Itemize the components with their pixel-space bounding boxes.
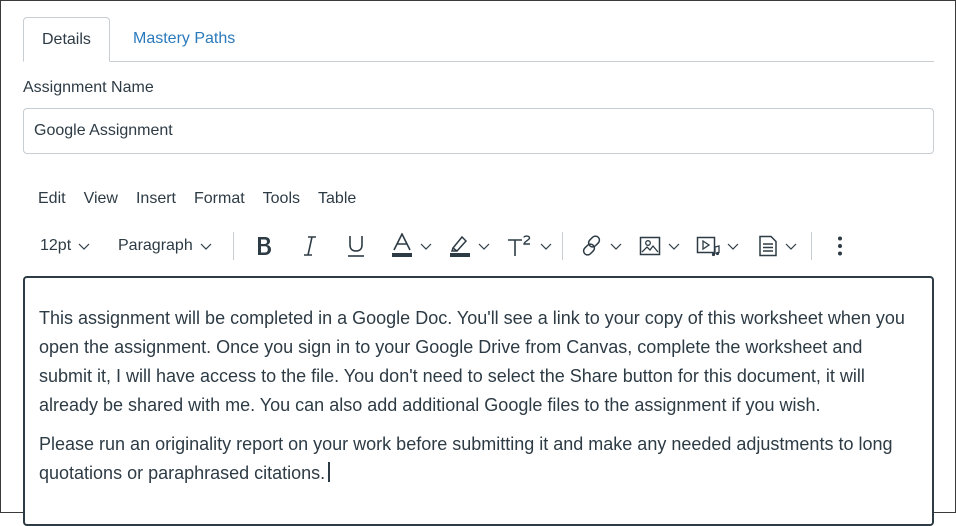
highlight-icon bbox=[450, 235, 470, 257]
chevron-down-icon bbox=[420, 243, 432, 250]
bold-icon bbox=[258, 237, 271, 255]
editor-paragraph: This assignment will be completed in a G… bbox=[39, 308, 905, 415]
image-button[interactable] bbox=[639, 229, 680, 263]
editor-toolbar: 12pt Paragraph bbox=[31, 229, 861, 263]
chevron-down-icon bbox=[610, 243, 622, 250]
text-color-icon bbox=[392, 233, 412, 257]
image-icon bbox=[639, 236, 661, 256]
italic-button[interactable] bbox=[301, 229, 319, 263]
assignment-name-label: Assignment Name bbox=[23, 79, 154, 96]
document-button[interactable] bbox=[758, 229, 797, 263]
text-caret bbox=[328, 462, 331, 482]
editor-paragraph: Please run an originality report on your… bbox=[39, 430, 918, 488]
block-format-select[interactable]: Paragraph bbox=[118, 229, 212, 263]
superscript-icon bbox=[508, 235, 531, 256]
menu-format[interactable]: Format bbox=[185, 187, 254, 211]
media-button[interactable] bbox=[696, 229, 739, 263]
chevron-down-icon bbox=[668, 243, 680, 250]
rich-text-editor[interactable]: This assignment will be completed in a G… bbox=[23, 276, 934, 526]
underline-icon bbox=[348, 236, 364, 257]
underline-button[interactable] bbox=[346, 229, 366, 263]
menu-insert[interactable]: Insert bbox=[127, 187, 185, 211]
toolbar-divider bbox=[233, 232, 234, 260]
italic-icon bbox=[304, 236, 316, 256]
tab-list: Details Mastery Paths bbox=[23, 17, 934, 62]
chevron-down-icon bbox=[478, 243, 490, 250]
menu-tools[interactable]: Tools bbox=[254, 187, 309, 211]
menu-edit[interactable]: Edit bbox=[29, 187, 75, 211]
toolbar-divider bbox=[811, 232, 812, 260]
block-format-value: Paragraph bbox=[118, 237, 193, 254]
assignment-name-input[interactable] bbox=[23, 108, 934, 154]
menu-view[interactable]: View bbox=[75, 187, 127, 211]
tab-details[interactable]: Details bbox=[23, 17, 110, 62]
media-icon bbox=[696, 236, 720, 257]
text-color-button[interactable] bbox=[391, 229, 432, 263]
bold-button[interactable] bbox=[253, 229, 275, 263]
toolbar-divider bbox=[562, 232, 563, 260]
more-icon bbox=[838, 236, 842, 256]
chevron-down-icon bbox=[727, 243, 739, 250]
chevron-down-icon bbox=[78, 243, 90, 250]
font-size-select[interactable]: 12pt bbox=[40, 229, 90, 263]
font-size-value: 12pt bbox=[40, 237, 72, 254]
highlight-color-button[interactable] bbox=[449, 229, 490, 263]
link-button[interactable] bbox=[581, 229, 622, 263]
editor-menubar: Edit View Insert Format Tools Table bbox=[29, 187, 365, 211]
superscript-button[interactable] bbox=[507, 229, 552, 263]
document-icon bbox=[759, 235, 777, 257]
chevron-down-icon bbox=[785, 243, 797, 250]
tab-mastery-paths[interactable]: Mastery Paths bbox=[115, 17, 253, 61]
editor-paragraph-text: Please run an originality report on your… bbox=[39, 434, 893, 483]
menu-table[interactable]: Table bbox=[309, 187, 365, 211]
link-icon bbox=[582, 235, 601, 256]
chevron-down-icon bbox=[200, 243, 212, 250]
more-options-button[interactable] bbox=[836, 229, 844, 263]
chevron-down-icon bbox=[540, 243, 552, 250]
